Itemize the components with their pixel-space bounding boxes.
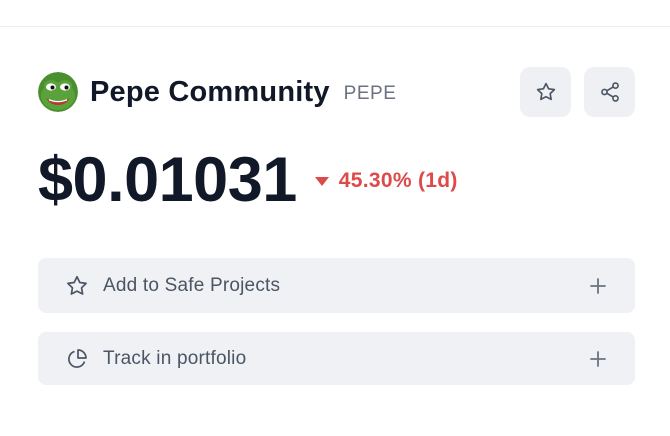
watchlist-button[interactable]	[520, 67, 571, 117]
coin-name: Pepe Community	[90, 75, 330, 108]
track-in-portfolio-button[interactable]: Track in portfolio	[38, 332, 635, 385]
star-outline-icon	[536, 82, 555, 101]
price-change: 45.30% (1d)	[314, 169, 458, 193]
plus-icon	[590, 350, 606, 367]
top-divider	[0, 26, 670, 27]
down-triangle-icon	[314, 176, 329, 186]
price-change-value: 45.30% (1d)	[338, 169, 458, 192]
share-button[interactable]	[584, 67, 635, 117]
price-row: $0.01031 45.30% (1d)	[38, 140, 458, 220]
coin-symbol: PEPE	[343, 83, 397, 104]
star-outline-icon	[65, 274, 89, 298]
plus-icon	[590, 277, 606, 294]
share-icon	[600, 82, 619, 102]
pie-chart-icon	[65, 347, 89, 371]
track-in-portfolio-label: Track in portfolio	[103, 347, 247, 369]
coin-header: Pepe Community PEPE	[38, 72, 396, 112]
add-to-safe-projects-label: Add to Safe Projects	[103, 274, 281, 296]
current-price: $0.01031	[38, 145, 297, 215]
pepe-frog-icon	[38, 72, 78, 112]
add-to-safe-projects-button[interactable]: Add to Safe Projects	[38, 258, 635, 313]
